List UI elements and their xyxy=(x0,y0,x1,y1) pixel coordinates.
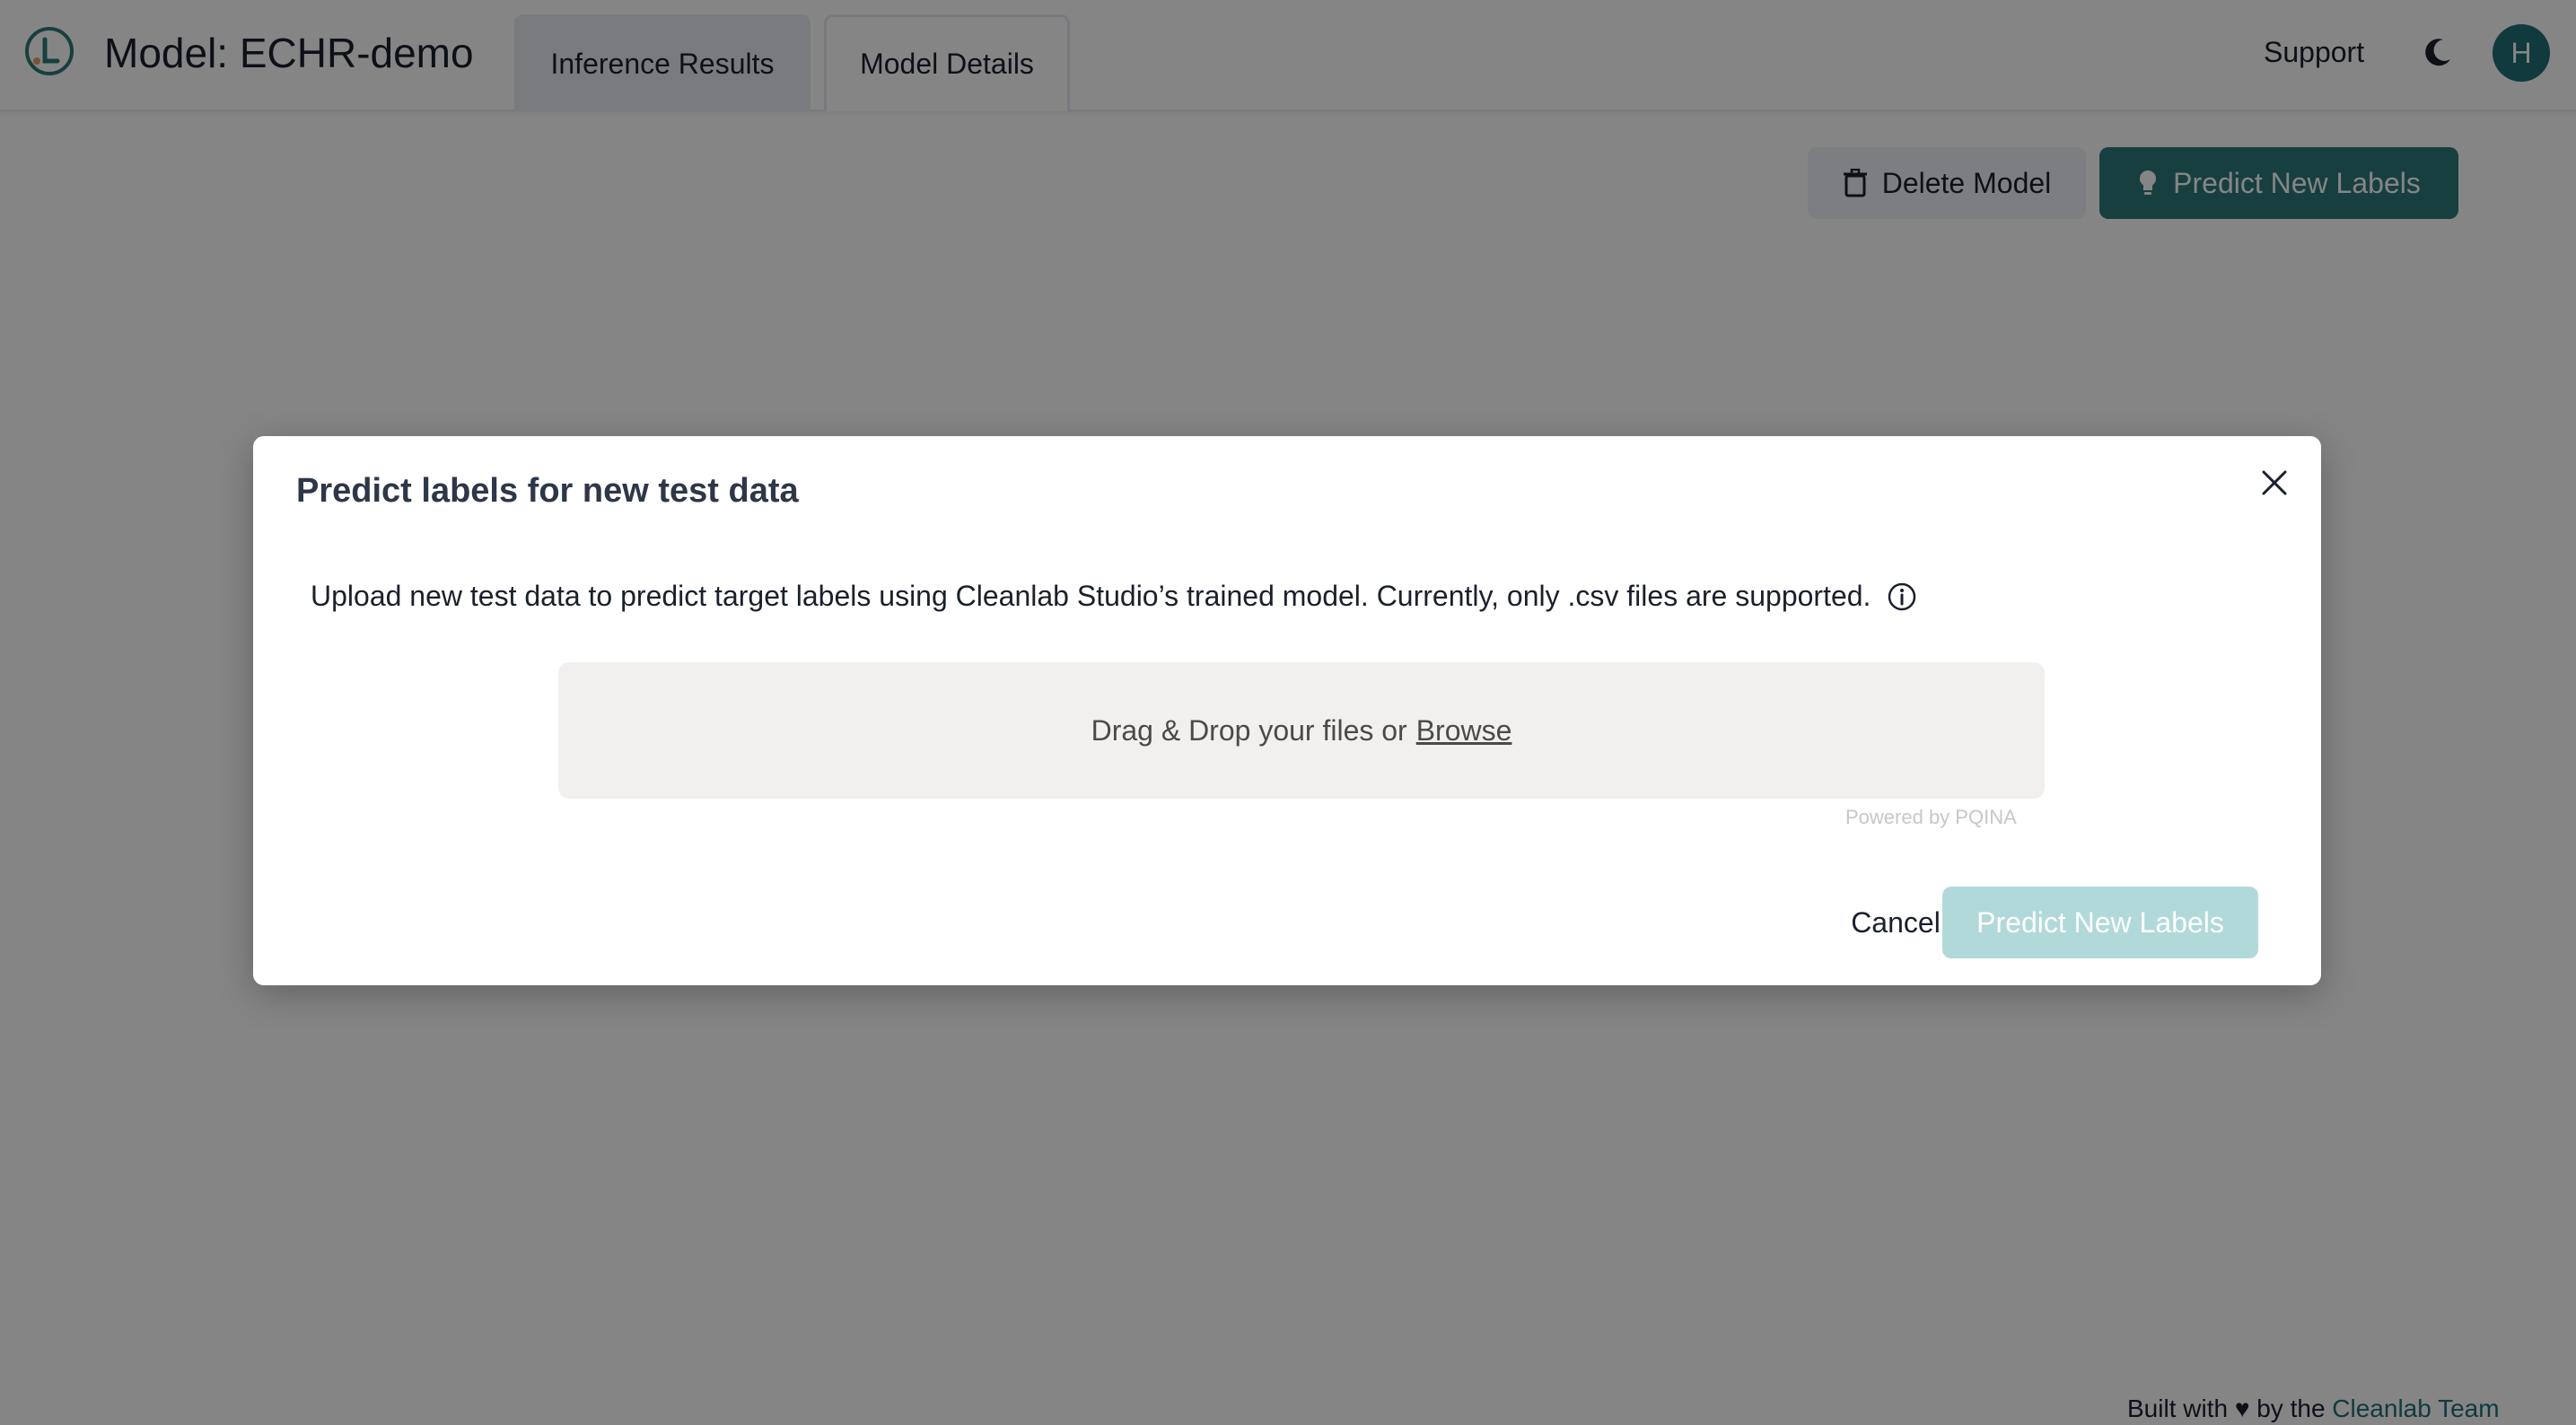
modal-description-text: Upload new test data to predict target l… xyxy=(311,580,1871,612)
predict-labels-modal: Predict labels for new test data Upload … xyxy=(253,436,2321,985)
dropzone-text: Drag & Drop your files or xyxy=(1091,713,1407,747)
powered-by-label[interactable]: Powered by PQINA xyxy=(1845,806,2017,829)
file-dropzone[interactable]: Drag & Drop your files or Browse xyxy=(558,662,2045,799)
app-root: Model: ECHR-demo Inference Results Model… xyxy=(0,0,2576,1425)
modal-title: Predict labels for new test data xyxy=(296,472,799,510)
submit-predict-button[interactable]: Predict New Labels xyxy=(1942,887,2258,958)
info-icon[interactable] xyxy=(1887,581,1917,612)
close-icon[interactable] xyxy=(2255,463,2294,503)
modal-description: Upload new test data to predict target l… xyxy=(311,580,1917,613)
browse-link[interactable]: Browse xyxy=(1416,714,1512,747)
